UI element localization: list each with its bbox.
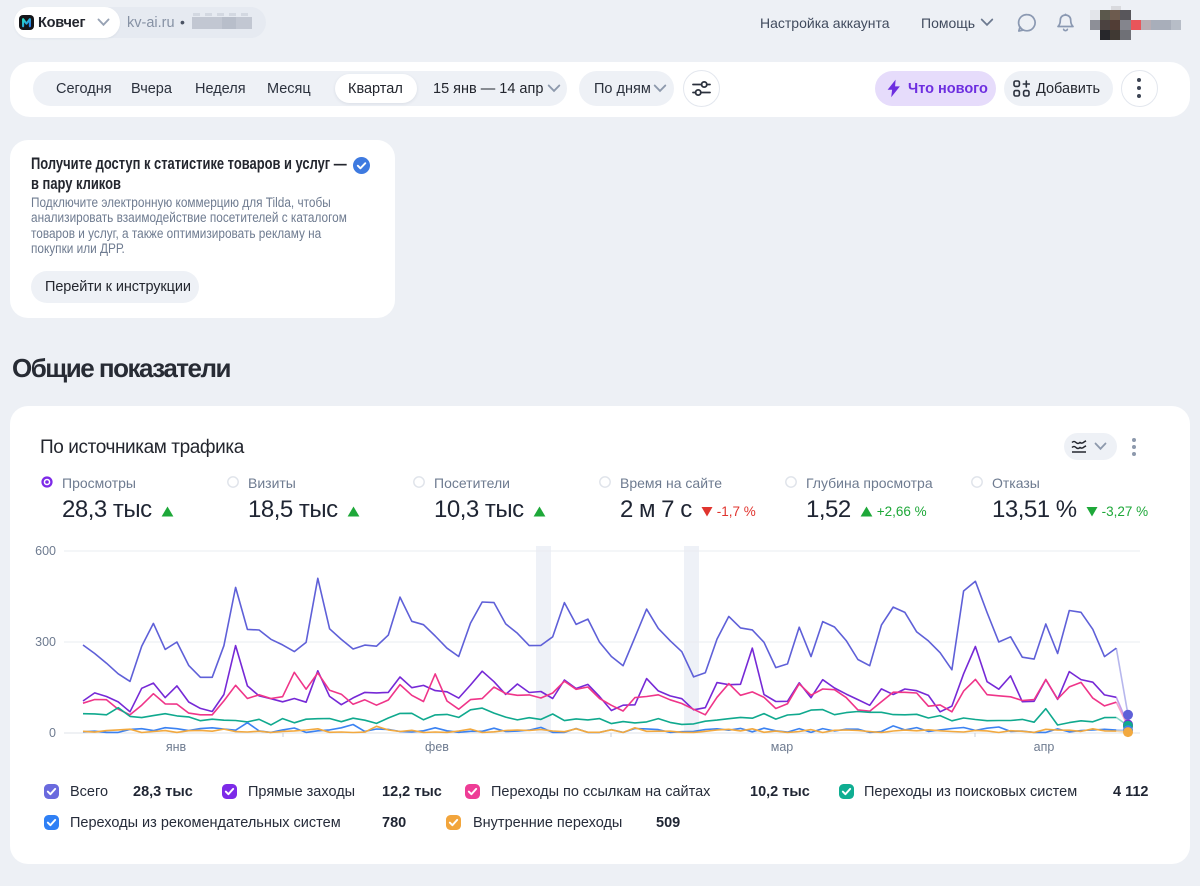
svg-text:600: 600: [35, 544, 56, 558]
svg-text:янв: янв: [166, 740, 187, 754]
svg-text:мар: мар: [771, 740, 794, 754]
svg-text:фев: фев: [425, 740, 449, 754]
svg-text:апр: апр: [1034, 740, 1055, 754]
svg-text:300: 300: [35, 635, 56, 649]
svg-text:0: 0: [49, 726, 56, 740]
